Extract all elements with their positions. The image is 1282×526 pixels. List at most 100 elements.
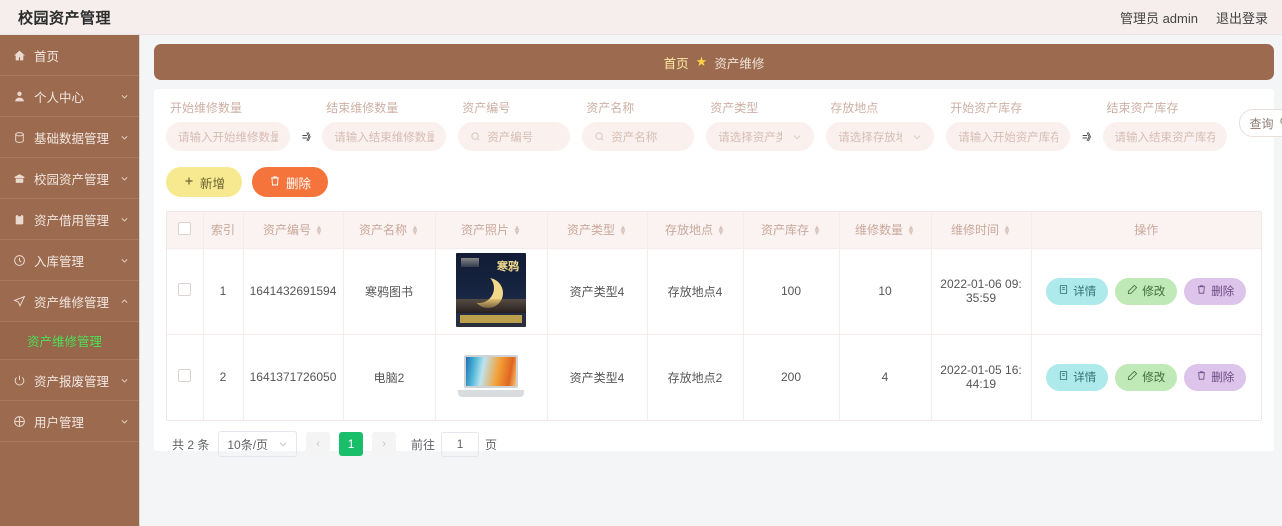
- power-icon: [12, 373, 27, 388]
- sidebar-item-warehousing[interactable]: 入库管理: [0, 240, 139, 281]
- repair-start-input[interactable]: 请输入开始维修数量: [166, 122, 290, 151]
- row-asset-name: 电脑2: [343, 333, 436, 420]
- breadcrumb-current: 资产维修: [714, 56, 765, 71]
- trash-icon: [269, 175, 281, 190]
- edit-button-label: 修改: [1142, 372, 1166, 385]
- add-button[interactable]: 新增: [166, 167, 243, 197]
- row-checkbox[interactable]: [178, 369, 192, 383]
- header-stock[interactable]: 资产库存 ▲ ▼: [743, 212, 840, 248]
- location-select[interactable]: 请选择存放地点: [826, 122, 935, 151]
- detail-button[interactable]: 详情: [1046, 363, 1109, 391]
- asset-type-select[interactable]: 请选择资产类型: [706, 122, 815, 151]
- header-asset-photo[interactable]: 资产照片 ▲ ▼: [435, 212, 548, 248]
- sort-icon[interactable]: ▲ ▼: [619, 223, 627, 236]
- sidebar-item-personal-center[interactable]: 个人中心: [0, 76, 139, 117]
- chevron-down-icon: [119, 375, 129, 385]
- document-icon: [1058, 370, 1069, 384]
- jump-input[interactable]: 1: [441, 431, 480, 457]
- pencil-icon: [1127, 284, 1138, 298]
- row-checkbox[interactable]: [178, 283, 192, 296]
- select-all-header: [167, 212, 204, 248]
- header-repair-time[interactable]: 维修时间 ▲ ▼: [931, 212, 1032, 248]
- chevron-down-icon: [119, 173, 129, 183]
- sort-icon[interactable]: ▲ ▼: [315, 223, 323, 236]
- chevron-down-icon: [788, 132, 802, 142]
- select-all-checkbox[interactable]: [178, 221, 192, 235]
- page-size-select[interactable]: 10条/页: [218, 431, 298, 457]
- top-bar-right: 管理员 admin 退出登录: [1120, 8, 1268, 27]
- sort-icon[interactable]: ▲ ▼: [411, 223, 419, 236]
- trash-icon: [1196, 370, 1207, 384]
- box-icon: [12, 171, 27, 186]
- sidebar-label: 校园资产管理: [34, 172, 110, 187]
- book-cover-thumbnail[interactable]: 寒鸦: [456, 252, 526, 327]
- chevron-up-icon: [119, 296, 129, 306]
- breadcrumb-home-link[interactable]: 首页: [664, 53, 689, 72]
- row-operations: 详情 修改 删除: [1038, 363, 1256, 391]
- sidebar-nav: 首页 个人中心 基础数据管理 校园资产管理 资产借用管理 入库管理 资产维修管理…: [0, 35, 140, 526]
- sidebar-item-asset-scrap[interactable]: 资产报废管理: [0, 360, 139, 401]
- stock-end-input[interactable]: 请输入结束资产库存: [1102, 122, 1227, 151]
- sort-icon[interactable]: ▲ ▼: [907, 223, 915, 236]
- sidebar-item-asset-repair[interactable]: 资产维修管理: [0, 281, 139, 322]
- sidebar-subitem-asset-repair-active[interactable]: 资产维修管理: [0, 322, 139, 359]
- asset-code-input[interactable]: 资产编号: [458, 122, 571, 151]
- compass-icon: [12, 414, 27, 429]
- sidebar-item-home[interactable]: 首页: [0, 35, 139, 76]
- header-asset-code[interactable]: 资产编号 ▲ ▼: [243, 212, 344, 248]
- row-delete-button[interactable]: 删除: [1184, 363, 1247, 391]
- laptop-thumbnail[interactable]: [456, 338, 526, 413]
- sort-icon[interactable]: ▲ ▼: [813, 223, 821, 236]
- sidebar-label: 基础数据管理: [34, 131, 110, 146]
- row-delete-button[interactable]: 删除: [1184, 277, 1247, 305]
- table-row: 2 1641371726050 电脑2 资产类型4 存放地点2 200 4 20…: [167, 333, 1261, 420]
- stock-start-input[interactable]: 请输入开始资产库存: [946, 122, 1071, 151]
- input-placeholder: 请输入结束维修数量: [334, 131, 435, 144]
- laptop-screen: [464, 354, 518, 388]
- delete-button[interactable]: 删除: [252, 167, 329, 197]
- sort-icon[interactable]: ▲ ▼: [513, 223, 521, 236]
- detail-button[interactable]: 详情: [1046, 277, 1109, 305]
- filter-label: 结束维修数量: [326, 101, 399, 115]
- filter-group-repair-start: 开始维修数量 请输入开始维修数量: [166, 99, 290, 151]
- filter-label: 开始维修数量: [170, 101, 243, 115]
- edit-button[interactable]: 修改: [1115, 363, 1178, 391]
- header-operations: 操作: [1031, 212, 1261, 248]
- sidebar-item-basic-data[interactable]: 基础数据管理: [0, 117, 139, 158]
- sidebar-item-asset-borrow[interactable]: 资产借用管理: [0, 199, 139, 240]
- logout-button[interactable]: 退出登录: [1216, 8, 1268, 27]
- row-asset-code: 1641371726050: [243, 333, 344, 420]
- assets-table: 索引 资产编号 ▲ ▼ 资产名称 ▲ ▼ 资产照片 ▲ ▼ 资产类型 ▲ ▼ 存…: [166, 211, 1262, 421]
- header-index: 索引: [203, 212, 244, 248]
- sort-icon[interactable]: ▲ ▼: [1003, 223, 1011, 236]
- add-button-label: 新增: [200, 176, 226, 191]
- next-page-button[interactable]: ›: [372, 432, 397, 456]
- page-jump: 前往 1 页: [411, 431, 497, 457]
- page-number-1[interactable]: 1: [339, 432, 364, 456]
- row-operations-cell: 详情 修改 删除: [1031, 333, 1261, 420]
- header-asset-name[interactable]: 资产名称 ▲ ▼: [343, 212, 436, 248]
- breadcrumb: 首页 ★ 资产维修: [154, 44, 1274, 80]
- input-placeholder: 请输入结束资产库存: [1114, 131, 1215, 144]
- jump-label: 前往: [411, 437, 436, 452]
- header-asset-type[interactable]: 资产类型 ▲ ▼: [547, 212, 648, 248]
- sidebar-item-user-management[interactable]: 用户管理: [0, 401, 139, 442]
- prev-page-button[interactable]: ‹: [306, 432, 331, 456]
- header-repair-qty[interactable]: 维修数量 ▲ ▼: [839, 212, 932, 248]
- asset-name-input[interactable]: 资产名称: [582, 122, 695, 151]
- sort-icon[interactable]: ▲ ▼: [717, 223, 725, 236]
- sidebar-item-campus-assets[interactable]: 校园资产管理: [0, 158, 139, 199]
- database-icon: [12, 130, 27, 145]
- cover-band: [460, 314, 522, 323]
- input-placeholder: 资产名称: [611, 131, 658, 144]
- sidebar-label: 资产维修管理: [34, 295, 110, 310]
- filter-group-repair-end: 结束维修数量 请输入结束维修数量: [322, 99, 447, 151]
- row-repair-qty: 4: [839, 333, 932, 420]
- header-location[interactable]: 存放地点 ▲ ▼: [647, 212, 744, 248]
- row-stock: 100: [743, 247, 840, 334]
- query-button[interactable]: 查询: [1238, 109, 1282, 137]
- repair-end-input[interactable]: 请输入结束维修数量: [322, 122, 447, 151]
- filter-group-location: 存放地点 请选择存放地点: [826, 99, 935, 151]
- range-separator-repair: =》: [302, 129, 315, 143]
- edit-button[interactable]: 修改: [1115, 277, 1178, 305]
